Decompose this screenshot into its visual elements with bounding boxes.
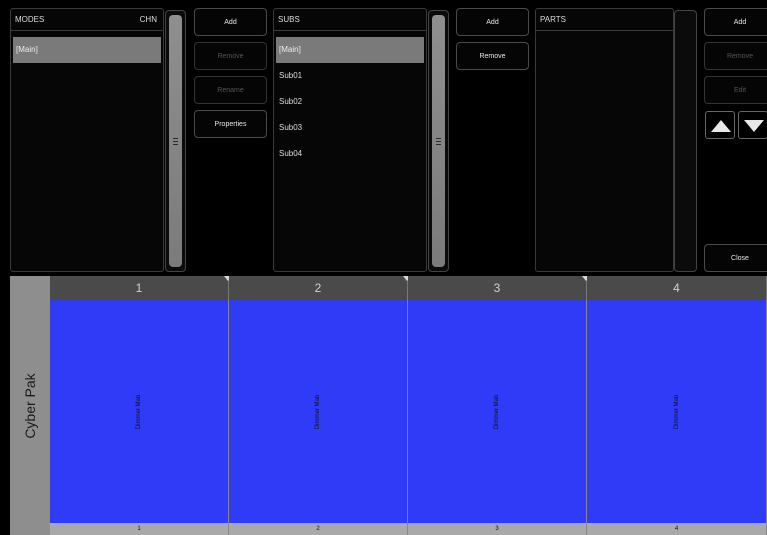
move-down-button[interactable] [738, 111, 767, 139]
row-label-text: Cyber Pak [22, 373, 38, 439]
parts-panel: PARTS [535, 8, 674, 272]
modes-chn-label: CHN [139, 15, 157, 24]
column-header-3[interactable]: 3 [408, 276, 590, 300]
cell-label: Dimmer Mab [494, 394, 500, 429]
column-footer-4: 4 [587, 523, 767, 535]
modes-scroll-thumb[interactable] [169, 15, 182, 267]
sub-item-sub03[interactable]: Sub03 [276, 115, 424, 141]
modes-remove-button[interactable]: Remove [194, 42, 267, 70]
column-header-4[interactable]: 4 [587, 276, 767, 300]
subs-scrollbar[interactable] [428, 10, 449, 272]
patch-grid: Cyber Pak 1 2 3 4 Dimmer Mab Dimmer Mab … [10, 276, 767, 535]
move-up-button[interactable] [705, 111, 735, 139]
patch-cell-3[interactable]: Dimmer Mab [408, 300, 587, 523]
column-footer-1: 1 [50, 523, 229, 535]
patch-cell-1[interactable]: Dimmer Mab [50, 300, 229, 523]
modes-properties-button[interactable]: Properties [194, 110, 267, 138]
row-label: Cyber Pak [10, 276, 50, 535]
arrow-up-icon [711, 120, 731, 132]
subs-header: SUBS [274, 9, 426, 31]
modes-scrollbar[interactable] [165, 10, 186, 272]
parts-remove-button[interactable]: Remove [704, 42, 767, 70]
modes-title: MODES [15, 15, 45, 24]
cell-label: Dimmer Mab [136, 394, 142, 429]
subs-panel: SUBS [Main] Sub01 Sub02 Sub03 Sub04 [273, 8, 427, 272]
sub-item-sub04[interactable]: Sub04 [276, 141, 424, 167]
column-footer-2: 2 [229, 523, 408, 535]
parts-scrollbar[interactable] [674, 10, 697, 272]
column-header-2[interactable]: 2 [229, 276, 411, 300]
close-button[interactable]: Close [704, 244, 767, 272]
subs-remove-button[interactable]: Remove [456, 42, 529, 70]
modes-panel: MODES CHN [Main] [10, 8, 164, 272]
sub-item-main[interactable]: [Main] [276, 37, 424, 63]
mode-item-main[interactable]: [Main] [13, 37, 161, 63]
grip-lines-icon [436, 138, 441, 139]
parts-edit-button[interactable]: Edit [704, 76, 767, 104]
modes-header: MODES CHN [11, 9, 163, 31]
sub-item-sub01[interactable]: Sub01 [276, 63, 424, 89]
subs-add-button[interactable]: Add [456, 8, 529, 36]
cell-label: Dimmer Mab [315, 394, 321, 429]
modes-add-button[interactable]: Add [194, 8, 267, 36]
column-header-1[interactable]: 1 [50, 276, 232, 300]
subs-scroll-thumb[interactable] [432, 15, 445, 267]
parts-add-button[interactable]: Add [704, 8, 767, 36]
patch-cell-4[interactable]: Dimmer Mab [587, 300, 767, 523]
cell-label: Dimmer Mab [673, 394, 680, 429]
arrow-down-icon [744, 120, 764, 132]
parts-header: PARTS [536, 9, 673, 31]
modes-rename-button[interactable]: Rename [194, 76, 267, 104]
patch-cell-2[interactable]: Dimmer Mab [229, 300, 408, 523]
sub-item-sub02[interactable]: Sub02 [276, 89, 424, 115]
subs-title: SUBS [278, 15, 300, 24]
grip-lines-icon [173, 138, 178, 139]
parts-title: PARTS [540, 15, 566, 24]
column-footer-3: 3 [408, 523, 587, 535]
